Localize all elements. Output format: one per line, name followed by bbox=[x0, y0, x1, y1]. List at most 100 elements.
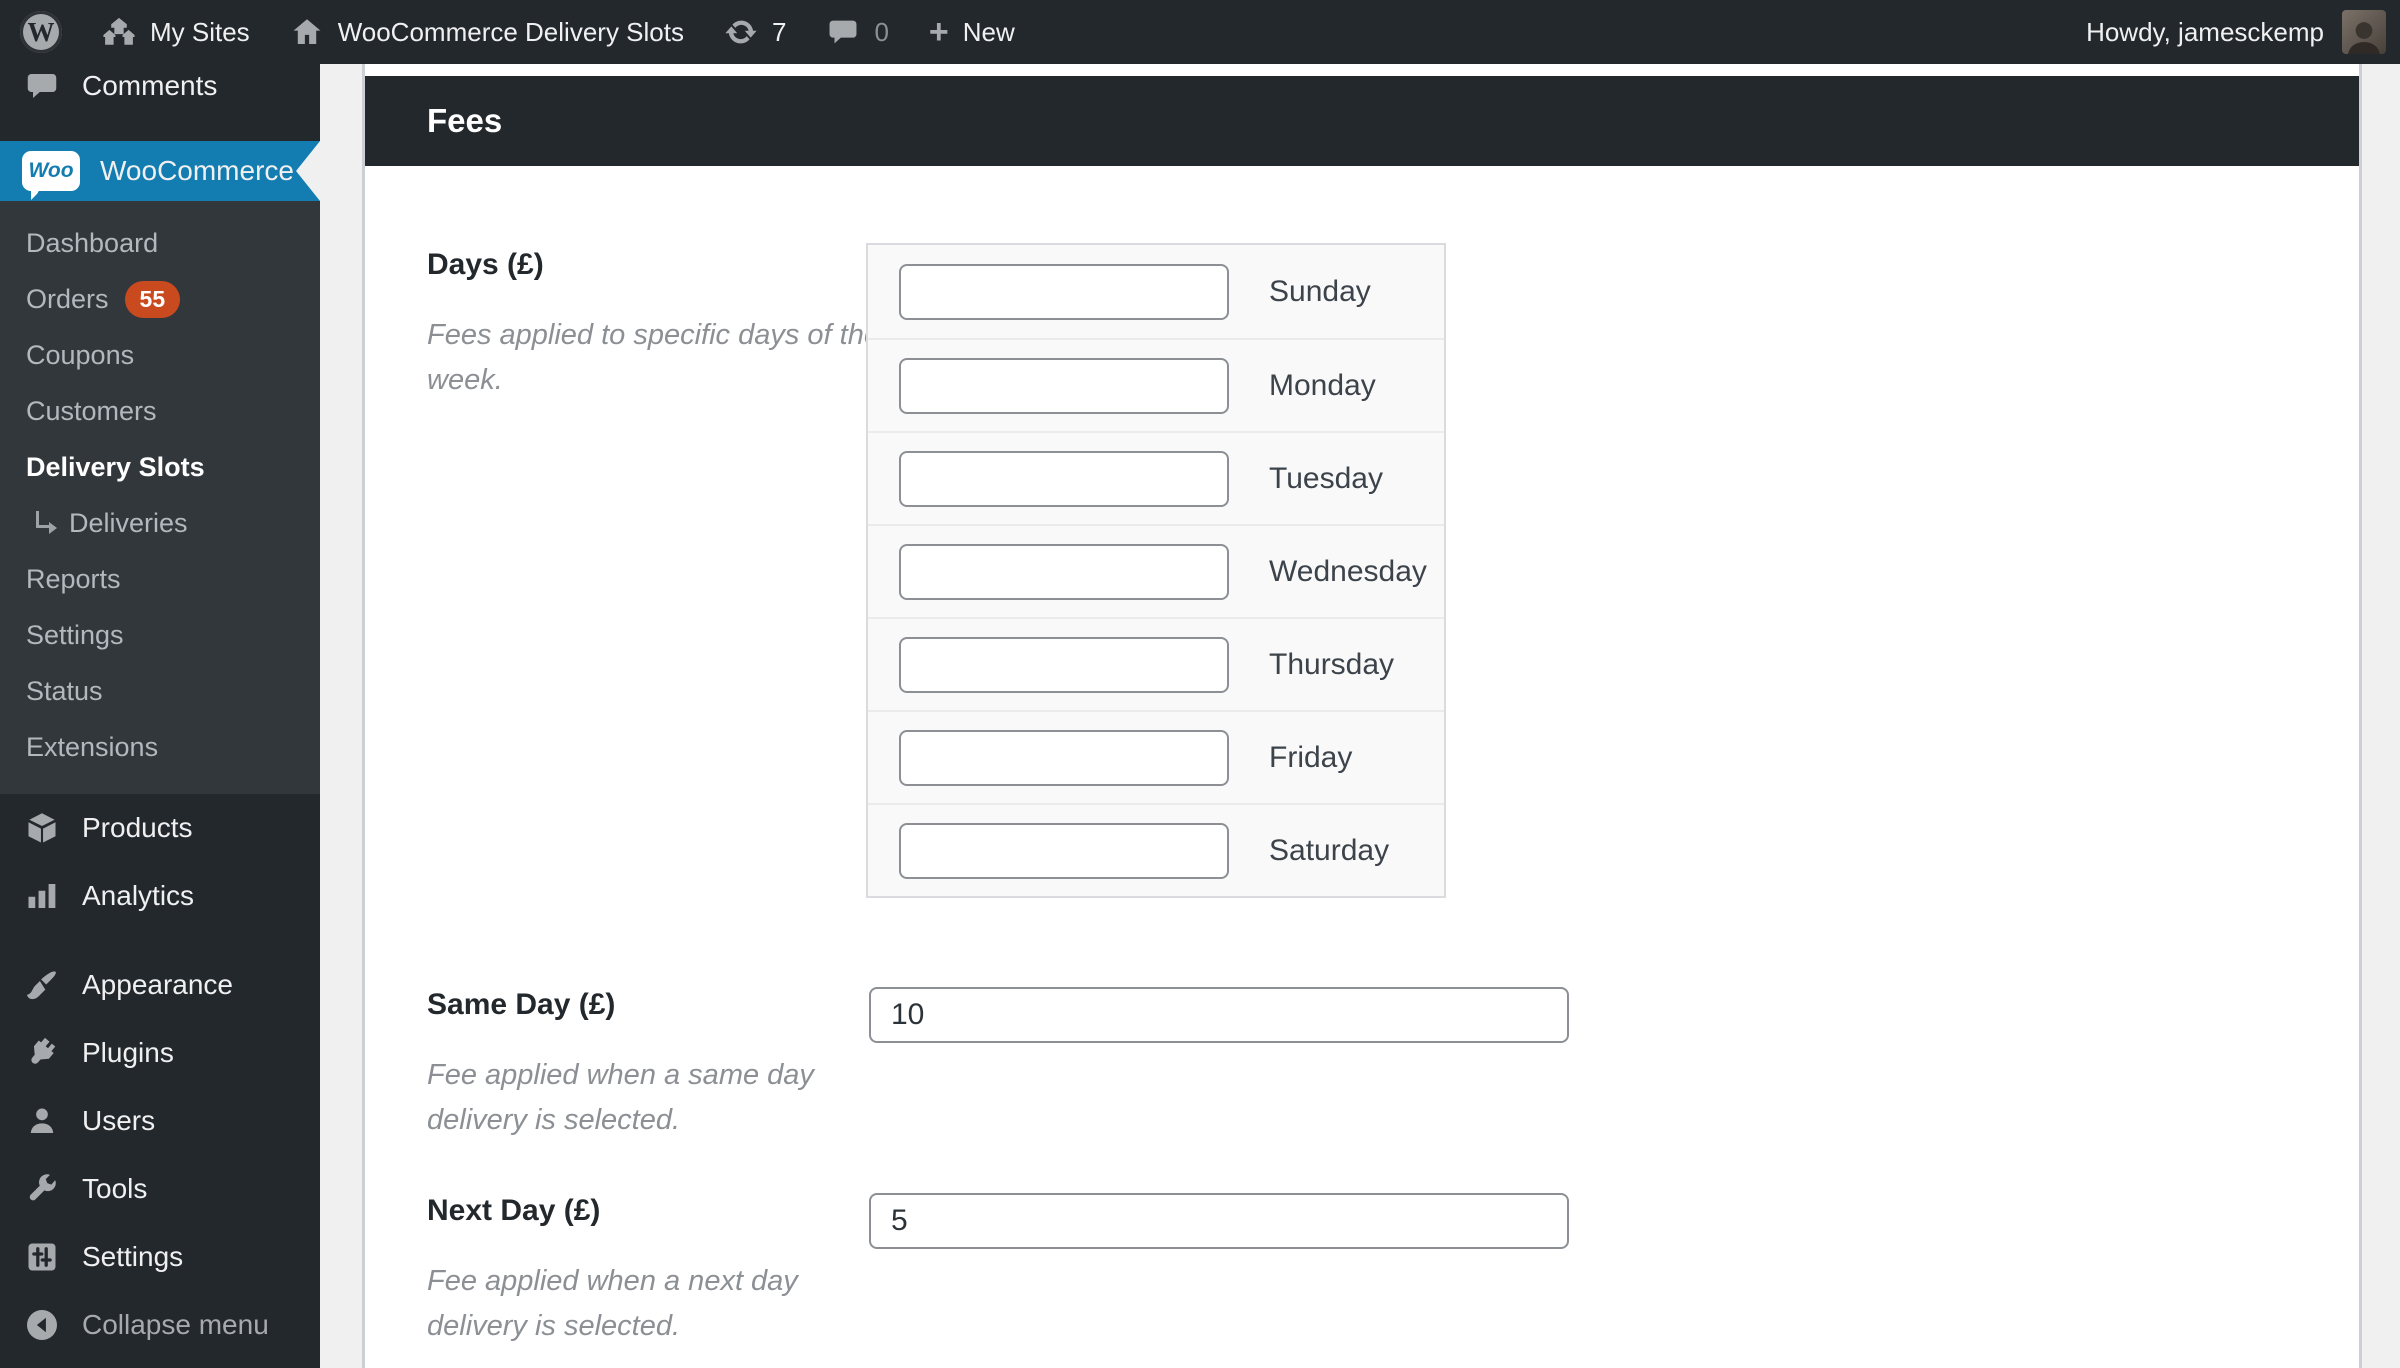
sidebar-item-settings[interactable]: Settings bbox=[0, 1223, 320, 1291]
sidebar-label-woocommerce: WooCommerce bbox=[100, 155, 294, 186]
next-day-field-label: Next Day (£) bbox=[427, 1194, 601, 1227]
menu-separator bbox=[0, 930, 320, 951]
submenu-arrow-icon bbox=[36, 510, 57, 534]
home-icon bbox=[293, 19, 321, 45]
comments-shortcut-button[interactable]: 0 bbox=[806, 0, 908, 64]
day-label: Friday bbox=[1269, 740, 1353, 774]
sidebar-item-tools[interactable]: Tools bbox=[0, 1155, 320, 1223]
table-row-saturday: Saturday bbox=[868, 803, 1444, 896]
sidebar-item-woocommerce[interactable]: Woo WooCommerce bbox=[0, 141, 320, 201]
comments-icon bbox=[22, 66, 62, 106]
fees-panel-title: Fees bbox=[427, 102, 503, 139]
admin-bar-right: Howdy, jamesckemp bbox=[2086, 0, 2400, 64]
days-field-label-block: Days (£) Fees applied to specific days o… bbox=[427, 247, 897, 403]
submenu-label: Deliveries bbox=[69, 507, 188, 538]
submenu-item-orders[interactable]: Orders 55 bbox=[0, 271, 320, 327]
sidebar-item-plugins[interactable]: Plugins bbox=[0, 1019, 320, 1087]
admin-sidebar-menu: Comments Woo WooCommerce Dashboard Order… bbox=[0, 64, 320, 1368]
sidebar-label: Settings bbox=[82, 1241, 184, 1272]
avatar[interactable] bbox=[2342, 10, 2386, 54]
friday-fee-input[interactable] bbox=[899, 729, 1229, 786]
day-label: Wednesday bbox=[1269, 554, 1427, 588]
submenu-label: Delivery Slots bbox=[26, 451, 205, 482]
submenu-label: Coupons bbox=[26, 339, 135, 370]
new-content-button[interactable]: + New bbox=[909, 0, 1035, 64]
new-label: New bbox=[962, 16, 1015, 47]
plus-icon: + bbox=[928, 13, 949, 51]
sidebar-item-users[interactable]: Users bbox=[0, 1087, 320, 1155]
same-day-field-description: Fee applied when a same day delivery is … bbox=[427, 1059, 814, 1136]
sidebar-item-analytics[interactable]: Analytics bbox=[0, 862, 320, 930]
sidebar-item-products[interactable]: Products bbox=[0, 794, 320, 862]
same-day-field-label: Same Day (£) bbox=[427, 988, 616, 1021]
tuesday-fee-input[interactable] bbox=[899, 450, 1229, 507]
submenu-item-extensions[interactable]: Extensions bbox=[0, 719, 320, 775]
saturday-fee-input[interactable] bbox=[899, 822, 1229, 879]
users-icon bbox=[22, 1101, 62, 1141]
wordpress-logo-icon: W bbox=[20, 11, 62, 53]
settings-panel: Fees Days (£) Fees applied to specific d… bbox=[362, 64, 2362, 1368]
settings-icon bbox=[22, 1237, 62, 1277]
submenu-item-dashboard[interactable]: Dashboard bbox=[0, 215, 320, 271]
howdy-account-link[interactable]: Howdy, jamesckemp bbox=[2086, 17, 2324, 48]
same-day-fee-input[interactable] bbox=[869, 987, 1569, 1043]
submenu-item-status[interactable]: Status bbox=[0, 663, 320, 719]
woocommerce-icon: Woo bbox=[22, 151, 80, 200]
sidebar-label: Collapse menu bbox=[82, 1309, 269, 1340]
sidebar-label: Tools bbox=[82, 1173, 148, 1204]
sidebar-label: Analytics bbox=[82, 880, 195, 911]
submenu-label: Status bbox=[26, 675, 103, 706]
submenu-label: Settings bbox=[26, 619, 124, 650]
updates-icon bbox=[725, 20, 757, 44]
plugins-icon bbox=[22, 1033, 62, 1073]
submenu-item-deliveries[interactable]: Deliveries bbox=[0, 495, 320, 551]
analytics-icon bbox=[22, 876, 62, 916]
site-name-label: WooCommerce Delivery Slots bbox=[337, 16, 684, 47]
admin-bar: W My Sites WooCommerce Delivery Slots 7 bbox=[0, 0, 2400, 64]
wordpress-menu-button[interactable]: W bbox=[0, 0, 82, 64]
submenu-item-delivery-slots[interactable]: Delivery Slots bbox=[0, 439, 320, 495]
my-sites-icon bbox=[103, 17, 135, 45]
site-name-button[interactable]: WooCommerce Delivery Slots bbox=[270, 0, 704, 64]
my-sites-button[interactable]: My Sites bbox=[82, 0, 270, 64]
days-fees-table: Sunday Monday Tuesday Wednesday Thursday… bbox=[866, 243, 1446, 898]
table-row-wednesday: Wednesday bbox=[868, 524, 1444, 617]
next-day-fee-input[interactable] bbox=[869, 1193, 1569, 1249]
days-field-label: Days (£) bbox=[427, 248, 544, 281]
day-label: Monday bbox=[1269, 368, 1376, 402]
sidebar-item-appearance[interactable]: Appearance bbox=[0, 951, 320, 1019]
sidebar-label: Products bbox=[82, 812, 193, 843]
monday-fee-input[interactable] bbox=[899, 357, 1229, 414]
thursday-fee-input[interactable] bbox=[899, 636, 1229, 693]
submenu-item-reports[interactable]: Reports bbox=[0, 551, 320, 607]
tools-icon bbox=[22, 1169, 62, 1209]
table-row-thursday: Thursday bbox=[868, 617, 1444, 710]
submenu-label: Dashboard bbox=[26, 227, 159, 258]
products-icon bbox=[22, 808, 62, 848]
wednesday-fee-input[interactable] bbox=[899, 543, 1229, 600]
submenu-label: Reports bbox=[26, 563, 121, 594]
day-label: Tuesday bbox=[1269, 461, 1383, 495]
sidebar-item-collapse-menu[interactable]: Collapse menu bbox=[0, 1291, 320, 1359]
table-row-tuesday: Tuesday bbox=[868, 431, 1444, 524]
day-label: Sunday bbox=[1269, 274, 1371, 308]
submenu-label: Orders bbox=[26, 283, 109, 314]
comments-count: 0 bbox=[874, 16, 889, 47]
sunday-fee-input[interactable] bbox=[899, 263, 1229, 320]
submenu-item-customers[interactable]: Customers bbox=[0, 383, 320, 439]
days-field-description: Fees applied to specific days of the wee… bbox=[427, 319, 880, 396]
day-label: Saturday bbox=[1269, 833, 1390, 867]
submenu-item-settings[interactable]: Settings bbox=[0, 607, 320, 663]
collapse-icon bbox=[22, 1305, 62, 1345]
updates-button[interactable]: 7 bbox=[704, 0, 806, 64]
sidebar-label: Plugins bbox=[82, 1037, 174, 1068]
table-row-monday: Monday bbox=[868, 338, 1444, 431]
next-day-field-description: Fee applied when a next day delivery is … bbox=[427, 1265, 798, 1342]
fees-panel-header: Fees bbox=[365, 76, 2359, 166]
sidebar-lower-menu: Products Analytics Appearance Plugins Us… bbox=[0, 794, 320, 1359]
submenu-item-coupons[interactable]: Coupons bbox=[0, 327, 320, 383]
sidebar-item-comments[interactable]: Comments bbox=[0, 56, 320, 116]
sidebar-label-comments: Comments bbox=[82, 70, 218, 101]
table-row-sunday: Sunday bbox=[868, 245, 1444, 338]
orders-count-badge: 55 bbox=[124, 280, 181, 318]
